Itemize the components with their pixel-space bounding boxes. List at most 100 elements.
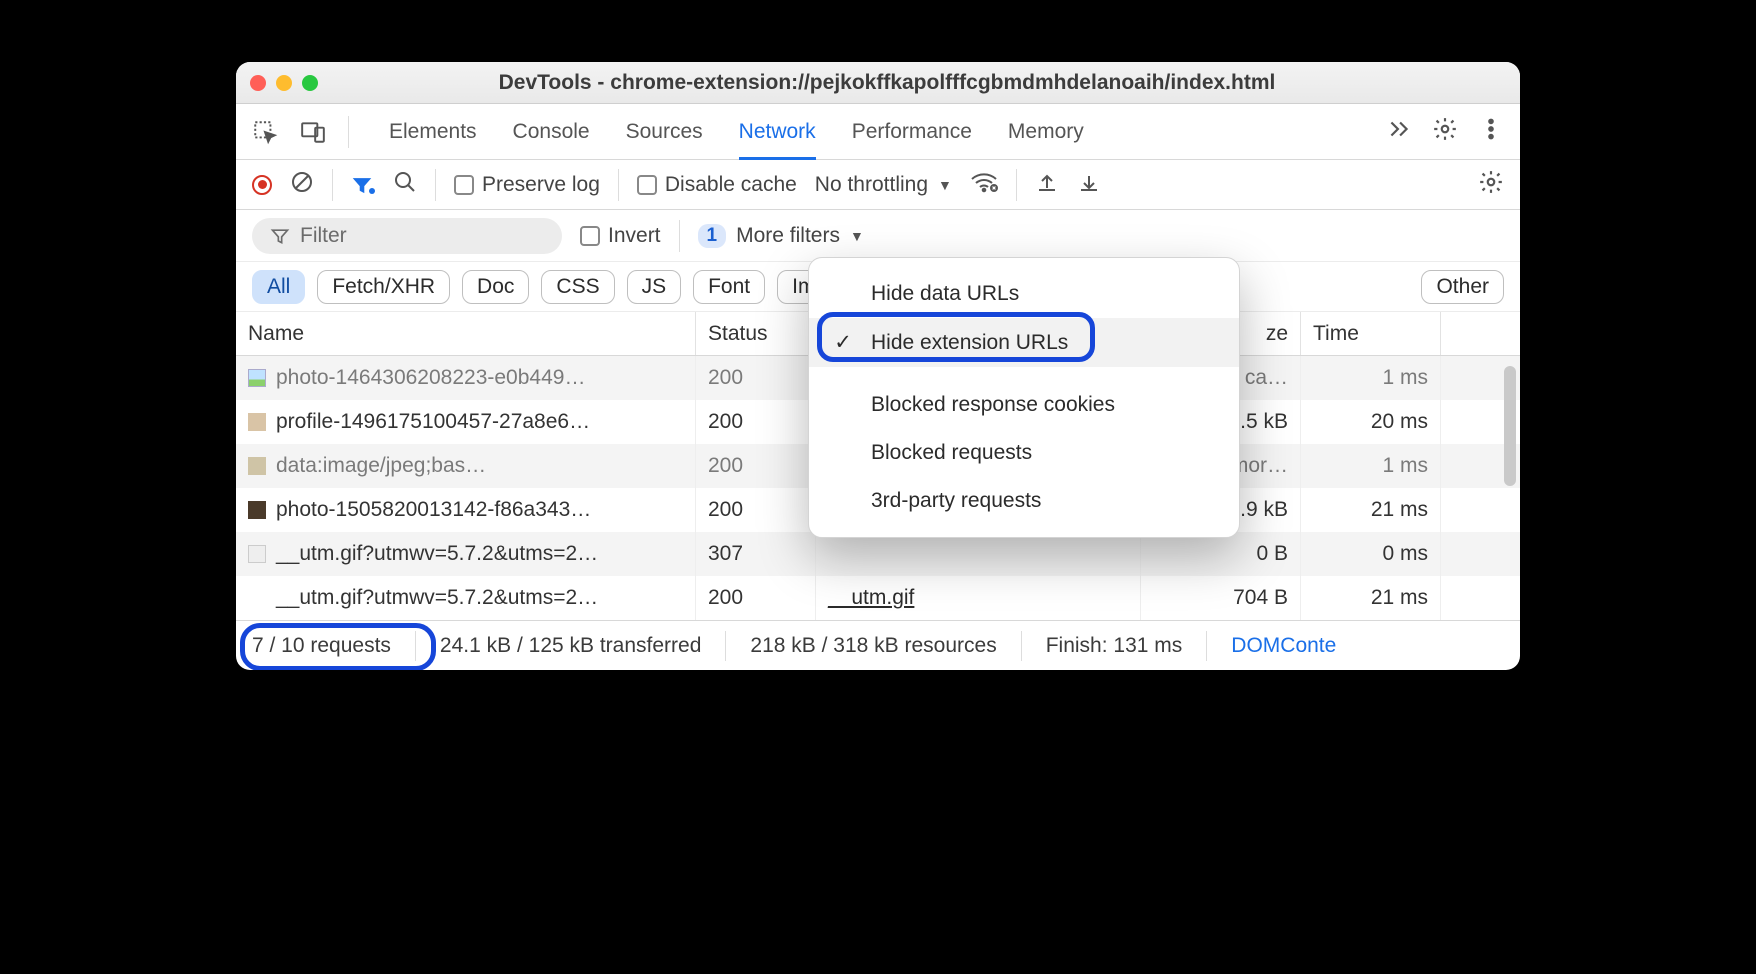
menu-3rd-party-requests[interactable]: 3rd-party requests: [809, 477, 1239, 525]
invert-checkbox[interactable]: Invert: [580, 224, 661, 248]
pill-js[interactable]: JS: [627, 270, 682, 304]
cell-name: profile-1496175100457-27a8e6…: [236, 400, 696, 444]
table-row[interactable]: __utm.gif?utmwv=5.7.2&utms=2… 307 0 B 0 …: [236, 532, 1520, 576]
cell-size: 704 B: [1141, 576, 1301, 620]
upload-har-icon[interactable]: [1035, 170, 1059, 200]
settings-icon[interactable]: [1432, 116, 1458, 148]
cell-name: data:image/jpeg;bas…: [236, 444, 696, 488]
cell-size: 0 B: [1141, 532, 1301, 576]
filter-bar: Filter Invert 1 More filters ▼: [236, 210, 1520, 262]
pill-css[interactable]: CSS: [541, 270, 614, 304]
inspect-element-icon[interactable]: [252, 119, 278, 145]
checkbox-icon: [454, 175, 474, 195]
cell-type: __utm.gif: [816, 576, 1141, 620]
separator: [1206, 631, 1207, 661]
network-toolbar: Preserve log Disable cache No throttling…: [236, 160, 1520, 210]
request-name: profile-1496175100457-27a8e6…: [276, 410, 590, 434]
cell-time: 1 ms: [1301, 444, 1441, 488]
file-icon: [248, 589, 266, 607]
tab-memory[interactable]: Memory: [1008, 104, 1084, 159]
network-settings-icon[interactable]: [1478, 169, 1504, 201]
cell-status: 200: [696, 356, 816, 400]
check-icon: ✓: [831, 330, 855, 355]
request-name: data:image/jpeg;bas…: [276, 454, 486, 478]
separator: [1021, 631, 1022, 661]
status-transferred: 24.1 kB / 125 kB transferred: [440, 634, 701, 658]
search-icon[interactable]: [393, 170, 417, 200]
kebab-menu-icon[interactable]: [1478, 116, 1504, 148]
window-maximize-button[interactable]: [302, 75, 318, 91]
disable-cache-checkbox[interactable]: Disable cache: [637, 173, 797, 197]
clear-button[interactable]: [290, 170, 314, 200]
cell-status: 307: [696, 532, 816, 576]
request-name: photo-1464306208223-e0b449…: [276, 366, 585, 390]
more-filters-badge: 1: [698, 224, 727, 248]
cell-type: [816, 532, 1141, 576]
file-icon: [248, 545, 266, 563]
window-close-button[interactable]: [250, 75, 266, 91]
window-title: DevTools - chrome-extension://pejkokffka…: [328, 71, 1506, 95]
main-tabs-row: Elements Console Sources Network Perform…: [236, 104, 1520, 160]
download-har-icon[interactable]: [1077, 170, 1101, 200]
caret-down-icon: ▼: [938, 177, 952, 193]
disable-cache-label: Disable cache: [665, 173, 797, 197]
invert-label: Invert: [608, 224, 661, 248]
separator: [348, 116, 349, 148]
cell-name: __utm.gif?utmwv=5.7.2&utms=2…: [236, 576, 696, 620]
col-status[interactable]: Status: [696, 312, 816, 355]
tab-console[interactable]: Console: [513, 104, 590, 159]
pill-font[interactable]: Font: [693, 270, 765, 304]
filter-toggle-icon[interactable]: [351, 174, 375, 196]
tab-network[interactable]: Network: [739, 104, 816, 159]
separator: [415, 631, 416, 661]
filter-placeholder: Filter: [300, 224, 347, 248]
separator: [332, 169, 333, 201]
menu-blocked-response-cookies[interactable]: Blocked response cookies: [809, 381, 1239, 429]
preserve-log-checkbox[interactable]: Preserve log: [454, 173, 600, 197]
table-row[interactable]: __utm.gif?utmwv=5.7.2&utms=2… 200 __utm.…: [236, 576, 1520, 620]
pill-fetch-xhr[interactable]: Fetch/XHR: [317, 270, 450, 304]
separator: [679, 220, 680, 252]
cell-status: 200: [696, 444, 816, 488]
panel-tabs: Elements Console Sources Network Perform…: [389, 104, 1084, 159]
device-toggle-icon[interactable]: [300, 119, 326, 145]
cell-time: 1 ms: [1301, 356, 1441, 400]
scrollbar-thumb[interactable]: [1504, 366, 1516, 486]
tab-elements[interactable]: Elements: [389, 104, 477, 159]
tab-performance[interactable]: Performance: [852, 104, 972, 159]
network-conditions-icon[interactable]: [970, 170, 998, 200]
filter-input[interactable]: Filter: [252, 218, 562, 254]
more-tabs-icon[interactable]: [1386, 116, 1412, 148]
col-name[interactable]: Name: [236, 312, 696, 355]
file-icon: [248, 501, 266, 519]
throttling-select[interactable]: No throttling ▼: [815, 173, 952, 197]
menu-hide-data-urls[interactable]: Hide data URLs: [809, 270, 1239, 318]
file-icon: [248, 413, 266, 431]
separator: [725, 631, 726, 661]
separator: [618, 169, 619, 201]
more-filters-label: More filters: [736, 224, 840, 248]
checkbox-icon: [580, 226, 600, 246]
record-button[interactable]: [252, 175, 272, 195]
separator: [1016, 169, 1017, 201]
filter-active-dot-icon: [369, 188, 375, 194]
funnel-icon: [270, 226, 290, 246]
initiator-link[interactable]: __utm.gif: [828, 586, 914, 610]
preserve-log-label: Preserve log: [482, 173, 600, 197]
status-domcontent: DOMConte: [1231, 634, 1336, 658]
tab-sources[interactable]: Sources: [626, 104, 703, 159]
pill-doc[interactable]: Doc: [462, 270, 529, 304]
status-finish: Finish: 131 ms: [1046, 634, 1183, 658]
pill-all[interactable]: All: [252, 270, 305, 304]
status-resources: 218 kB / 318 kB resources: [750, 634, 996, 658]
menu-blocked-requests[interactable]: Blocked requests: [809, 429, 1239, 477]
request-name: __utm.gif?utmwv=5.7.2&utms=2…: [276, 542, 598, 566]
window-minimize-button[interactable]: [276, 75, 292, 91]
menu-hide-extension-urls[interactable]: ✓ Hide extension URLs: [809, 318, 1239, 367]
more-filters-dropdown[interactable]: 1 More filters ▼: [698, 224, 864, 248]
request-name: photo-1505820013142-f86a343…: [276, 498, 591, 522]
pill-other[interactable]: Other: [1421, 270, 1504, 304]
col-time[interactable]: Time: [1301, 312, 1441, 355]
cell-status: 200: [696, 576, 816, 620]
separator: [435, 169, 436, 201]
